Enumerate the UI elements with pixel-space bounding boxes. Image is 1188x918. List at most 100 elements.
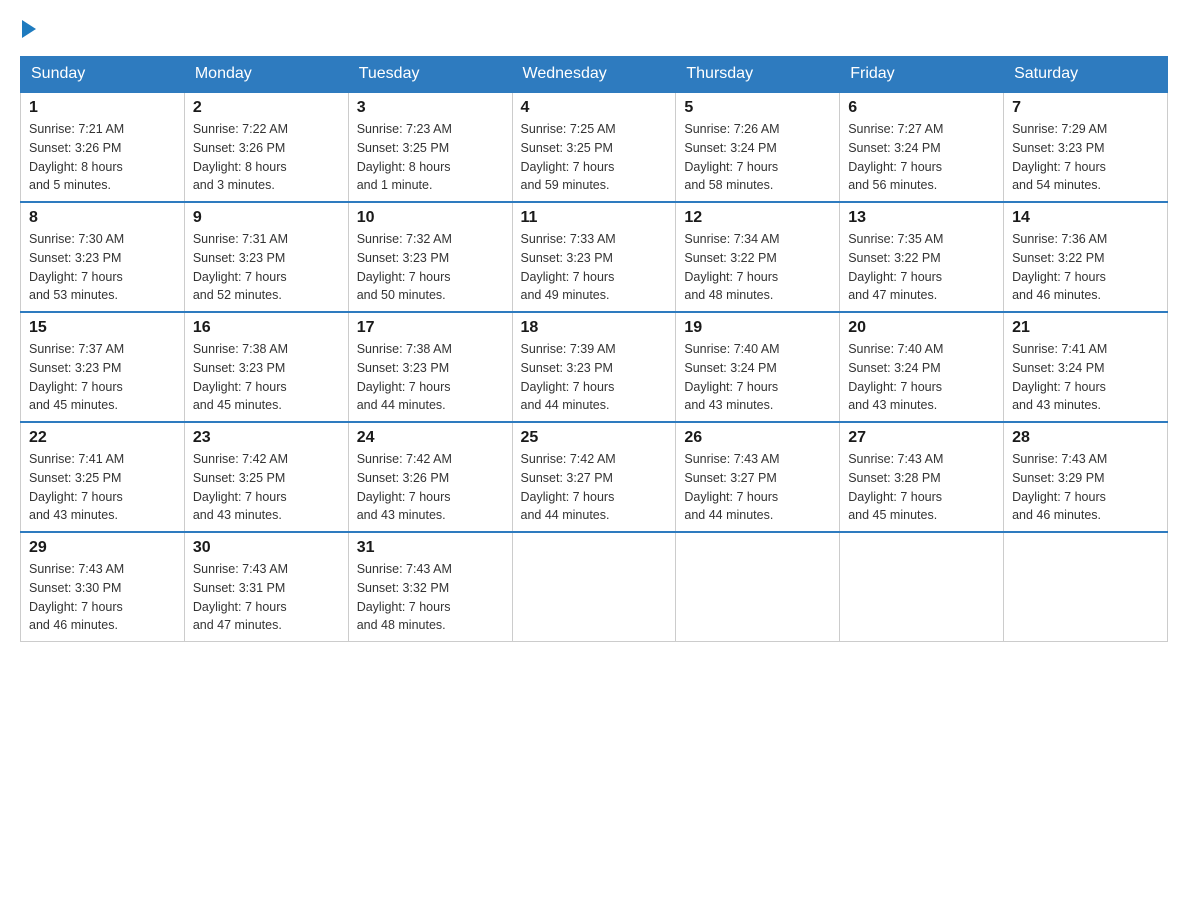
day-number: 18: [521, 319, 668, 337]
day-number: 9: [193, 209, 340, 227]
calendar-week-row: 29 Sunrise: 7:43 AMSunset: 3:30 PMDaylig…: [21, 532, 1168, 642]
calendar-cell: 28 Sunrise: 7:43 AMSunset: 3:29 PMDaylig…: [1004, 422, 1168, 532]
day-info: Sunrise: 7:37 AMSunset: 3:23 PMDaylight:…: [29, 340, 176, 415]
calendar-cell: 18 Sunrise: 7:39 AMSunset: 3:23 PMDaylig…: [512, 312, 676, 422]
calendar-cell: 1 Sunrise: 7:21 AMSunset: 3:26 PMDayligh…: [21, 92, 185, 202]
day-number: 20: [848, 319, 995, 337]
header-thursday: Thursday: [676, 57, 840, 93]
calendar-cell: 17 Sunrise: 7:38 AMSunset: 3:23 PMDaylig…: [348, 312, 512, 422]
day-info: Sunrise: 7:30 AMSunset: 3:23 PMDaylight:…: [29, 230, 176, 305]
day-number: 8: [29, 209, 176, 227]
day-number: 15: [29, 319, 176, 337]
day-info: Sunrise: 7:35 AMSunset: 3:22 PMDaylight:…: [848, 230, 995, 305]
calendar-cell: 7 Sunrise: 7:29 AMSunset: 3:23 PMDayligh…: [1004, 92, 1168, 202]
day-number: 21: [1012, 319, 1159, 337]
day-info: Sunrise: 7:27 AMSunset: 3:24 PMDaylight:…: [848, 120, 995, 195]
calendar-cell: [840, 532, 1004, 642]
calendar-week-row: 22 Sunrise: 7:41 AMSunset: 3:25 PMDaylig…: [21, 422, 1168, 532]
day-info: Sunrise: 7:42 AMSunset: 3:27 PMDaylight:…: [521, 450, 668, 525]
day-info: Sunrise: 7:33 AMSunset: 3:23 PMDaylight:…: [521, 230, 668, 305]
page-header: [20, 20, 1168, 38]
header-friday: Friday: [840, 57, 1004, 93]
calendar-cell: 10 Sunrise: 7:32 AMSunset: 3:23 PMDaylig…: [348, 202, 512, 312]
day-number: 27: [848, 429, 995, 447]
day-info: Sunrise: 7:42 AMSunset: 3:25 PMDaylight:…: [193, 450, 340, 525]
day-info: Sunrise: 7:40 AMSunset: 3:24 PMDaylight:…: [684, 340, 831, 415]
day-info: Sunrise: 7:41 AMSunset: 3:25 PMDaylight:…: [29, 450, 176, 525]
day-info: Sunrise: 7:38 AMSunset: 3:23 PMDaylight:…: [193, 340, 340, 415]
day-info: Sunrise: 7:26 AMSunset: 3:24 PMDaylight:…: [684, 120, 831, 195]
calendar-cell: 4 Sunrise: 7:25 AMSunset: 3:25 PMDayligh…: [512, 92, 676, 202]
day-number: 3: [357, 99, 504, 117]
calendar-cell: 29 Sunrise: 7:43 AMSunset: 3:30 PMDaylig…: [21, 532, 185, 642]
calendar-week-row: 8 Sunrise: 7:30 AMSunset: 3:23 PMDayligh…: [21, 202, 1168, 312]
day-number: 13: [848, 209, 995, 227]
day-number: 28: [1012, 429, 1159, 447]
day-number: 29: [29, 539, 176, 557]
calendar-cell: 15 Sunrise: 7:37 AMSunset: 3:23 PMDaylig…: [21, 312, 185, 422]
day-info: Sunrise: 7:42 AMSunset: 3:26 PMDaylight:…: [357, 450, 504, 525]
day-info: Sunrise: 7:43 AMSunset: 3:28 PMDaylight:…: [848, 450, 995, 525]
calendar-cell: 30 Sunrise: 7:43 AMSunset: 3:31 PMDaylig…: [184, 532, 348, 642]
calendar-cell: [676, 532, 840, 642]
calendar-cell: [1004, 532, 1168, 642]
calendar-table: Sunday Monday Tuesday Wednesday Thursday…: [20, 56, 1168, 642]
calendar-cell: 8 Sunrise: 7:30 AMSunset: 3:23 PMDayligh…: [21, 202, 185, 312]
calendar-week-row: 15 Sunrise: 7:37 AMSunset: 3:23 PMDaylig…: [21, 312, 1168, 422]
calendar-cell: 21 Sunrise: 7:41 AMSunset: 3:24 PMDaylig…: [1004, 312, 1168, 422]
calendar-week-row: 1 Sunrise: 7:21 AMSunset: 3:26 PMDayligh…: [21, 92, 1168, 202]
calendar-cell: 27 Sunrise: 7:43 AMSunset: 3:28 PMDaylig…: [840, 422, 1004, 532]
day-info: Sunrise: 7:23 AMSunset: 3:25 PMDaylight:…: [357, 120, 504, 195]
weekday-header-row: Sunday Monday Tuesday Wednesday Thursday…: [21, 57, 1168, 93]
day-number: 26: [684, 429, 831, 447]
day-info: Sunrise: 7:40 AMSunset: 3:24 PMDaylight:…: [848, 340, 995, 415]
day-number: 24: [357, 429, 504, 447]
day-info: Sunrise: 7:34 AMSunset: 3:22 PMDaylight:…: [684, 230, 831, 305]
day-number: 6: [848, 99, 995, 117]
calendar-cell: 24 Sunrise: 7:42 AMSunset: 3:26 PMDaylig…: [348, 422, 512, 532]
calendar-cell: 19 Sunrise: 7:40 AMSunset: 3:24 PMDaylig…: [676, 312, 840, 422]
day-number: 1: [29, 99, 176, 117]
calendar-cell: 13 Sunrise: 7:35 AMSunset: 3:22 PMDaylig…: [840, 202, 1004, 312]
day-number: 22: [29, 429, 176, 447]
calendar-cell: 26 Sunrise: 7:43 AMSunset: 3:27 PMDaylig…: [676, 422, 840, 532]
day-info: Sunrise: 7:43 AMSunset: 3:32 PMDaylight:…: [357, 560, 504, 635]
day-info: Sunrise: 7:43 AMSunset: 3:29 PMDaylight:…: [1012, 450, 1159, 525]
header-saturday: Saturday: [1004, 57, 1168, 93]
day-info: Sunrise: 7:25 AMSunset: 3:25 PMDaylight:…: [521, 120, 668, 195]
calendar-cell: 9 Sunrise: 7:31 AMSunset: 3:23 PMDayligh…: [184, 202, 348, 312]
header-tuesday: Tuesday: [348, 57, 512, 93]
calendar-cell: 6 Sunrise: 7:27 AMSunset: 3:24 PMDayligh…: [840, 92, 1004, 202]
day-number: 19: [684, 319, 831, 337]
day-info: Sunrise: 7:38 AMSunset: 3:23 PMDaylight:…: [357, 340, 504, 415]
header-monday: Monday: [184, 57, 348, 93]
day-number: 10: [357, 209, 504, 227]
day-number: 5: [684, 99, 831, 117]
day-number: 12: [684, 209, 831, 227]
day-info: Sunrise: 7:21 AMSunset: 3:26 PMDaylight:…: [29, 120, 176, 195]
day-info: Sunrise: 7:43 AMSunset: 3:30 PMDaylight:…: [29, 560, 176, 635]
day-number: 14: [1012, 209, 1159, 227]
day-number: 7: [1012, 99, 1159, 117]
calendar-cell: 14 Sunrise: 7:36 AMSunset: 3:22 PMDaylig…: [1004, 202, 1168, 312]
calendar-cell: 11 Sunrise: 7:33 AMSunset: 3:23 PMDaylig…: [512, 202, 676, 312]
calendar-cell: 2 Sunrise: 7:22 AMSunset: 3:26 PMDayligh…: [184, 92, 348, 202]
day-info: Sunrise: 7:22 AMSunset: 3:26 PMDaylight:…: [193, 120, 340, 195]
day-number: 30: [193, 539, 340, 557]
calendar-cell: 5 Sunrise: 7:26 AMSunset: 3:24 PMDayligh…: [676, 92, 840, 202]
day-info: Sunrise: 7:41 AMSunset: 3:24 PMDaylight:…: [1012, 340, 1159, 415]
calendar-cell: 23 Sunrise: 7:42 AMSunset: 3:25 PMDaylig…: [184, 422, 348, 532]
calendar-cell: 20 Sunrise: 7:40 AMSunset: 3:24 PMDaylig…: [840, 312, 1004, 422]
calendar-cell: 12 Sunrise: 7:34 AMSunset: 3:22 PMDaylig…: [676, 202, 840, 312]
logo: [20, 20, 38, 38]
day-info: Sunrise: 7:39 AMSunset: 3:23 PMDaylight:…: [521, 340, 668, 415]
day-number: 17: [357, 319, 504, 337]
day-number: 31: [357, 539, 504, 557]
logo-arrow-icon: [22, 20, 36, 38]
day-info: Sunrise: 7:43 AMSunset: 3:31 PMDaylight:…: [193, 560, 340, 635]
calendar-cell: 25 Sunrise: 7:42 AMSunset: 3:27 PMDaylig…: [512, 422, 676, 532]
calendar-cell: 22 Sunrise: 7:41 AMSunset: 3:25 PMDaylig…: [21, 422, 185, 532]
header-sunday: Sunday: [21, 57, 185, 93]
calendar-cell: 16 Sunrise: 7:38 AMSunset: 3:23 PMDaylig…: [184, 312, 348, 422]
day-info: Sunrise: 7:36 AMSunset: 3:22 PMDaylight:…: [1012, 230, 1159, 305]
